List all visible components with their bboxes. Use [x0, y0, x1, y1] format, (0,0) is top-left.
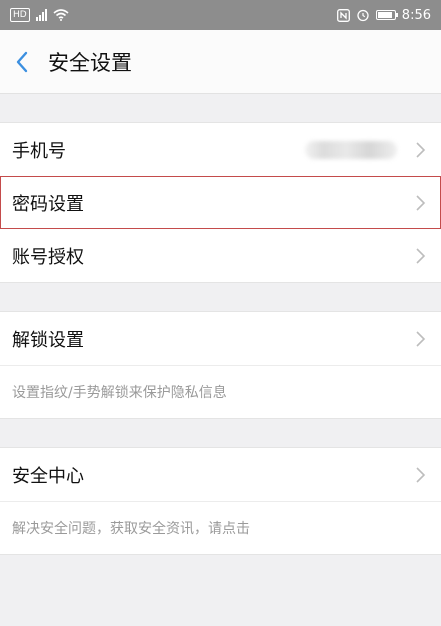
security-center-hint: 解决安全问题，获取安全资讯，请点击 — [0, 501, 441, 554]
security-center-row[interactable]: 安全中心 — [0, 448, 441, 501]
nfc-icon — [336, 8, 350, 22]
status-bar: HD 8:56 — [0, 0, 441, 30]
account-authorization-label: 账号授权 — [12, 246, 84, 268]
password-settings-row[interactable]: 密码设置 — [0, 176, 441, 229]
alarm-icon — [357, 9, 369, 22]
wifi-icon — [53, 9, 69, 21]
masked-phone-value — [305, 140, 397, 159]
battery-icon — [375, 10, 398, 20]
back-button[interactable] — [2, 30, 42, 94]
password-settings-label: 密码设置 — [12, 193, 84, 215]
status-left: HD — [10, 8, 69, 22]
account-authorization-row[interactable]: 账号授权 — [0, 229, 441, 282]
unlock-settings-row[interactable]: 解锁设置 — [0, 312, 441, 365]
header: 安全设置 — [0, 30, 441, 94]
chevron-right-icon — [416, 194, 426, 211]
back-arrow-icon — [16, 51, 28, 72]
chevron-right-icon — [416, 466, 426, 483]
signal-icon — [35, 9, 47, 21]
phone-number-row[interactable]: 手机号 — [0, 123, 441, 176]
hd-badge: HD — [10, 8, 30, 22]
page-title: 安全设置 — [48, 50, 132, 75]
chevron-right-icon — [416, 330, 426, 347]
account-group: 手机号 密码设置 账号授权 — [0, 122, 441, 283]
chevron-right-icon — [416, 141, 426, 158]
unlock-settings-label: 解锁设置 — [12, 329, 84, 351]
unlock-hint: 设置指纹/手势解锁来保护隐私信息 — [0, 365, 441, 418]
security-center-label: 安全中心 — [12, 465, 84, 487]
phone-number-label: 手机号 — [12, 140, 66, 162]
status-right: 8:56 — [336, 7, 431, 23]
chevron-right-icon — [416, 247, 426, 264]
clock: 8:56 — [401, 7, 431, 23]
unlock-group: 解锁设置 设置指纹/手势解锁来保护隐私信息 — [0, 311, 441, 419]
security-center-group: 安全中心 解决安全问题，获取安全资讯，请点击 — [0, 447, 441, 555]
